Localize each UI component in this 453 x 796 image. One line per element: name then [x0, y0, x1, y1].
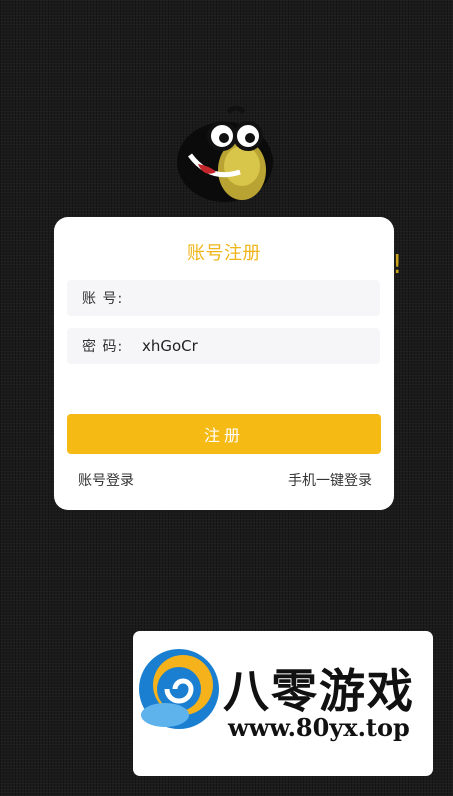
account-input[interactable] — [127, 288, 344, 308]
password-input[interactable] — [127, 336, 344, 356]
watermark-url: www.80yx.top — [228, 713, 410, 742]
register-card: 账号注册 账 号: 密 码: 注册 账号登录 手机一键登录 — [54, 217, 394, 510]
register-title: 账号注册 — [187, 243, 261, 264]
watermark-badge: 八零游戏 www.80yx.top — [133, 631, 433, 776]
account-field[interactable]: 账 号: — [67, 280, 380, 316]
swirl-logo-icon — [139, 649, 219, 729]
password-field[interactable]: 密 码: — [67, 328, 380, 364]
account-login-link[interactable]: 账号登录 — [78, 470, 134, 490]
account-label: 账 号: — [82, 291, 124, 307]
mascot-logo-icon — [177, 105, 273, 202]
password-label: 密 码: — [82, 339, 124, 355]
watermark-name: 八零游戏 — [223, 664, 415, 718]
phone-login-link[interactable]: 手机一键登录 — [288, 470, 372, 490]
register-button[interactable]: 注册 — [67, 414, 381, 454]
